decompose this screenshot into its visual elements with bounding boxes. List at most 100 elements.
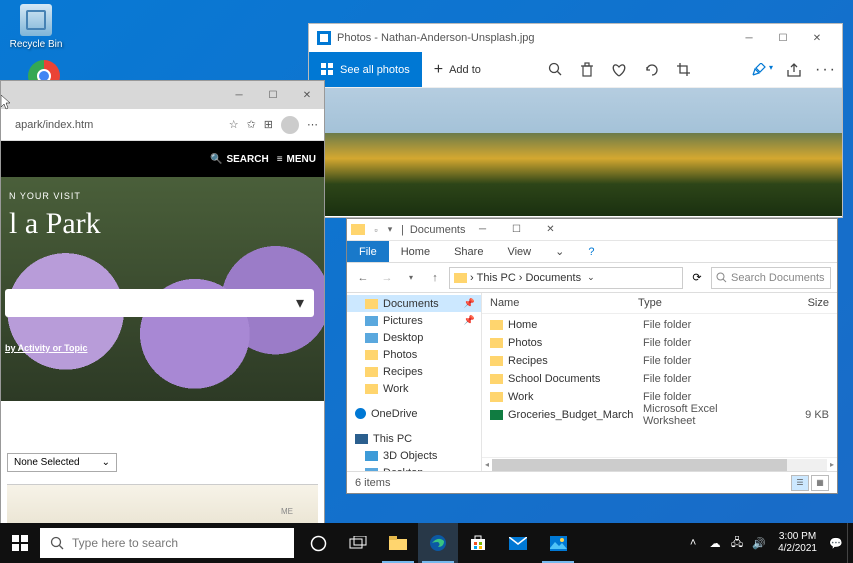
share-icon [787,63,802,77]
sidebar-item-thispc[interactable]: This PC [347,430,481,447]
edit-button[interactable]: ▾ [746,63,778,77]
breadcrumb-documents[interactable]: Documents [525,272,581,284]
search-box[interactable]: Search Documents [711,267,831,289]
close-button[interactable]: ✕ [534,219,568,241]
show-desktop-button[interactable] [847,523,853,563]
close-button[interactable]: ✕ [290,84,324,106]
maximize-button[interactable]: ☐ [256,84,290,106]
taskbar-search[interactable]: Type here to search [40,528,294,558]
view-tab[interactable]: View [495,246,543,258]
search-nav-button[interactable]: 🔍SEARCH [210,154,269,165]
details-view-button[interactable]: ☰ [791,475,809,491]
profile-icon[interactable] [281,116,299,134]
rotate-button[interactable] [635,62,667,77]
edge-taskbar-button[interactable] [418,523,458,563]
up-button[interactable]: ↑ [425,272,445,284]
favorite-button[interactable] [603,63,635,77]
more-button[interactable]: ··· [810,61,842,79]
sidebar-item-desktop2[interactable]: Desktop [347,464,481,471]
explorer-titlebar[interactable]: ▫ ▾ | Documents ─ ☐ ✕ [347,219,837,241]
network-tray-icon[interactable]: 🖧 [726,534,748,553]
onedrive-tray-icon[interactable]: ☁ [704,537,726,550]
close-button[interactable]: ✕ [800,27,834,49]
scroll-right-button[interactable]: ▸ [827,460,837,469]
start-button[interactable] [0,523,40,563]
sidebar-item-photos[interactable]: Photos [347,346,481,363]
add-favorite-icon[interactable]: ✩ [247,118,256,131]
zoom-button[interactable] [539,62,571,77]
sidebar-item-onedrive[interactable]: OneDrive [347,405,481,422]
file-row[interactable]: Groceries_Budget_MarchMicrosoft Excel Wo… [482,406,837,424]
browser-titlebar[interactable]: ─ ☐ ✕ [1,81,324,109]
photos-taskbar-button[interactable] [538,523,578,563]
favorite-icon[interactable]: ☆ [229,118,239,131]
sidebar-item-desktop[interactable]: Desktop [347,329,481,346]
file-tab[interactable]: File [347,241,389,262]
store-taskbar-button[interactable] [458,523,498,563]
see-all-photos-button[interactable]: See all photos [309,52,422,87]
mail-taskbar-button[interactable] [498,523,538,563]
home-tab[interactable]: Home [389,246,442,258]
chevron-down-icon[interactable]: ⌄ [587,272,595,283]
history-dropdown[interactable]: ▾ [401,273,421,282]
file-row[interactable]: HomeFile folder [482,316,837,334]
photos-titlebar[interactable]: Photos - Nathan-Anderson-Unsplash.jpg ─ … [309,24,842,52]
collections-icon[interactable]: ⊞ [264,118,273,131]
scroll-left-button[interactable]: ◂ [482,460,492,469]
sidebar-item-documents[interactable]: Documents📌 [347,295,481,312]
breadcrumb-bar[interactable]: › This PC › Documents ⌄ [449,267,683,289]
sidebar-item-work[interactable]: Work [347,380,481,397]
recycle-bin[interactable]: Recycle Bin [6,4,66,50]
breadcrumb-thispc[interactable]: This PC [477,272,516,284]
delete-button[interactable] [571,62,603,77]
refresh-button[interactable]: ⟳ [687,271,707,284]
ribbon-expand-button[interactable]: ⌄ [543,245,576,258]
photo-viewport[interactable] [309,88,842,216]
action-center-button[interactable]: 💬 [825,537,847,550]
qat-dropdown[interactable]: ▾ [383,224,397,235]
desktop-icon [365,333,378,343]
icons-view-button[interactable]: ▦ [811,475,829,491]
scroll-thumb[interactable] [492,459,787,471]
sidebar-item-3dobjects[interactable]: 3D Objects [347,447,481,464]
sidebar-label: Recipes [383,366,423,378]
sidebar-item-recipes[interactable]: Recipes [347,363,481,380]
help-button[interactable]: ? [576,246,606,258]
back-button[interactable]: ← [353,272,373,284]
menu-nav-button[interactable]: ≡MENU [277,154,316,165]
sidebar-item-pictures[interactable]: Pictures📌 [347,312,481,329]
explorer-taskbar-button[interactable] [378,523,418,563]
maximize-button[interactable]: ☐ [500,219,534,241]
maximize-button[interactable]: ☐ [766,27,800,49]
minimize-button[interactable]: ─ [222,84,256,106]
forward-button[interactable]: → [377,272,397,284]
file-row[interactable]: RecipesFile folder [482,352,837,370]
crop-button[interactable] [667,62,699,77]
task-view-button[interactable] [338,523,378,563]
header-name[interactable]: Name [490,297,638,309]
minimize-button[interactable]: ─ [732,27,766,49]
volume-tray-icon[interactable]: 🔊 [748,537,770,550]
add-to-button[interactable]: + Add to [422,61,493,79]
cortana-button[interactable] [298,523,338,563]
header-size[interactable]: Size [758,297,829,309]
horizontal-scrollbar[interactable]: ◂ ▸ [482,457,837,471]
filter-select[interactable]: None Selected⌄ [7,453,117,472]
file-row[interactable]: PhotosFile folder [482,334,837,352]
minimize-button[interactable]: ─ [466,219,500,241]
hero-link[interactable]: by Activity or Topic [5,343,88,353]
taskbar: Type here to search ˄ ☁ 🖧 🔊 3:00 PM 4/2/… [0,523,853,563]
hero-dropdown[interactable]: ▾ [5,289,314,317]
file-list[interactable]: HomeFile folderPhotosFile folderRecipesF… [482,314,837,457]
header-type[interactable]: Type [638,297,758,309]
url-text[interactable]: apark/index.htm [7,119,221,131]
photos-icon [550,536,567,551]
taskbar-clock[interactable]: 3:00 PM 4/2/2021 [770,531,825,555]
qat-button[interactable]: ▫ [369,225,383,235]
file-row[interactable]: School DocumentsFile folder [482,370,837,388]
share-button[interactable] [778,63,810,77]
more-icon[interactable]: ⋯ [307,118,318,131]
heart-icon [611,63,627,77]
share-tab[interactable]: Share [442,246,495,258]
tray-overflow-button[interactable]: ˄ [682,537,704,549]
